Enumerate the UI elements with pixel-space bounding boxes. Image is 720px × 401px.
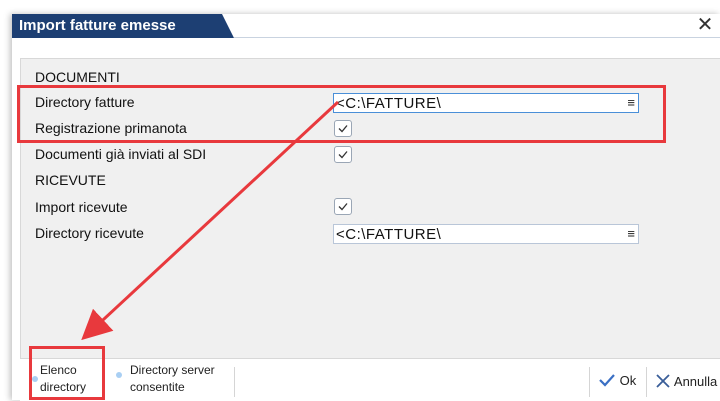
import-ricevute-label: Import ricevute (35, 199, 128, 215)
title-bar: Import fatture emesse ✕ (12, 14, 720, 38)
section-documenti: DOCUMENTI (35, 69, 120, 85)
import-ricevute-checkbox[interactable] (334, 198, 352, 215)
server-dot-icon (116, 372, 122, 378)
footer-divider (589, 367, 590, 397)
annulla-button[interactable]: Annulla (655, 373, 717, 389)
dialog-footer: Elenco directory Directory server consen… (20, 358, 720, 401)
close-icon[interactable]: ✕ (694, 14, 716, 36)
highlight-box-elenco (29, 346, 105, 400)
footer-divider (646, 367, 647, 397)
title-divider (234, 37, 720, 38)
section-ricevute: RICEVUTE (35, 172, 106, 188)
documenti-inviati-checkbox[interactable] (334, 146, 352, 163)
ok-button[interactable]: Ok (598, 373, 636, 388)
documenti-inviati-label: Documenti già inviati al SDI (35, 146, 207, 162)
checkmark-icon (338, 151, 348, 159)
footer-divider (234, 367, 235, 397)
annulla-label: Annulla (673, 374, 718, 389)
directory-ricevute-field[interactable]: <C:\FATTURE\ ≡ (333, 224, 639, 244)
server-line2: consentite (130, 380, 185, 394)
highlight-box-fields (17, 85, 666, 143)
field-menu-icon[interactable]: ≡ (627, 226, 635, 241)
import-dialog: Import fatture emesse ✕ DOCUMENTI Direct… (12, 14, 720, 401)
dialog-title: Import fatture emesse (19, 17, 176, 34)
checkmark-icon (338, 203, 348, 211)
ok-label: Ok (619, 373, 637, 388)
server-line1: Directory server (130, 363, 215, 377)
directory-ricevute-value: <C:\FATTURE\ (336, 226, 442, 243)
close-icon (656, 374, 670, 388)
check-icon (599, 374, 615, 387)
directory-ricevute-label: Directory ricevute (35, 225, 144, 241)
